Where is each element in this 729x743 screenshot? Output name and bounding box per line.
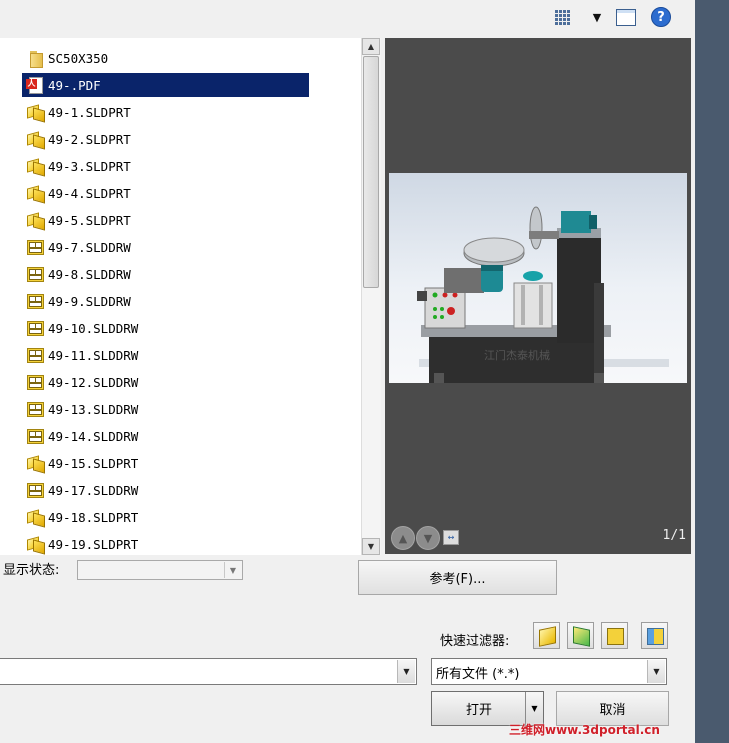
chevron-down-icon[interactable]: ▼: [397, 660, 415, 683]
file-list-item[interactable]: 49-11.SLDDRW: [22, 343, 309, 367]
file-type-value: 所有文件 (*.*): [436, 667, 520, 682]
next-page-button[interactable]: ▼: [416, 526, 440, 550]
file-name: 49-5.SLDPRT: [48, 212, 131, 228]
preview-pane: 江门杰泰机械 ▲ ▼ ↔ 1/1: [385, 38, 691, 554]
part-icon: [26, 130, 45, 150]
fit-width-icon[interactable]: ↔: [443, 530, 459, 545]
scroll-down-button[interactable]: ▼: [362, 538, 380, 555]
file-list-item[interactable]: 49-12.SLDDRW: [22, 370, 309, 394]
file-list-item[interactable]: 49-8.SLDDRW: [22, 262, 309, 286]
file-list-item[interactable]: 49-7.SLDDRW: [22, 235, 309, 259]
file-name: 49-.PDF: [48, 77, 101, 93]
file-list-item[interactable]: 49-13.SLDDRW: [22, 397, 309, 421]
reference-button[interactable]: 参考(F)...: [358, 560, 557, 595]
part-icon: [26, 508, 45, 528]
drawing-icon: [26, 373, 44, 391]
file-name: 49-18.SLDPRT: [48, 509, 139, 525]
file-name: 49-8.SLDDRW: [48, 266, 131, 282]
help-icon[interactable]: ?: [650, 6, 672, 28]
top-level-assembly-icon: [647, 628, 664, 645]
file-name: 49-4.SLDPRT: [48, 185, 131, 201]
file-list-item[interactable]: 49-5.SLDPRT: [22, 208, 309, 232]
previous-page-button[interactable]: ▲: [391, 526, 415, 550]
file-list-item[interactable]: 49-9.SLDDRW: [22, 289, 309, 313]
chevron-down-icon[interactable]: ▼: [647, 660, 665, 683]
file-list: SC50X350 人 49-.PDF 49-1.SLDPRT 49-2.SLDPRT 49…: [0, 38, 361, 555]
scrollbar-thumb[interactable]: [363, 56, 379, 288]
file-list-item[interactable]: 49-4.SLDPRT: [22, 181, 309, 205]
filter-parts-button[interactable]: [533, 622, 560, 649]
file-list-item[interactable]: 49-3.SLDPRT: [22, 154, 309, 178]
file-name: 49-15.SLDPRT: [48, 455, 139, 471]
file-list-item[interactable]: 49-2.SLDPRT: [22, 127, 309, 151]
file-list-item[interactable]: SC50X350: [22, 46, 309, 70]
machine-label: 江门杰泰机械: [484, 348, 550, 362]
assembly-icon: [573, 626, 590, 647]
file-name: 49-11.SLDDRW: [48, 347, 139, 363]
part-icon: [26, 211, 45, 231]
file-name: 49-12.SLDDRW: [48, 374, 139, 390]
part-icon: [26, 535, 45, 555]
part-icon: [26, 103, 45, 123]
file-list-item[interactable]: 49-15.SLDPRT: [22, 451, 309, 475]
file-list-item[interactable]: 49-19.SLDPRT: [22, 532, 309, 555]
drawing-icon: [26, 319, 44, 337]
drawing-icon: [607, 628, 624, 645]
filter-top-level-assemblies-button[interactable]: [641, 622, 668, 649]
machine-render: 江门杰泰机械: [417, 206, 669, 383]
window-edge: [695, 0, 729, 743]
part-icon: [26, 184, 45, 204]
chevron-down-icon[interactable]: ▼: [586, 6, 608, 28]
file-name: 49-3.SLDPRT: [48, 158, 131, 174]
preview-pane-icon[interactable]: [615, 6, 637, 28]
display-state-label: 显示状态:: [3, 563, 60, 578]
file-list-item[interactable]: 49-18.SLDPRT: [22, 505, 309, 529]
file-list-item[interactable]: 49-1.SLDPRT: [22, 100, 309, 124]
file-name: 49-10.SLDDRW: [48, 320, 139, 336]
file-type-select[interactable]: 所有文件 (*.*) ▼: [431, 658, 667, 685]
drawing-icon: [26, 427, 44, 445]
pdf-icon: 人: [26, 76, 44, 94]
file-list-item[interactable]: 人 49-.PDF: [22, 73, 309, 97]
file-list-item[interactable]: 49-17.SLDDRW: [22, 478, 309, 502]
drawing-icon: [26, 292, 44, 310]
drawing-icon: [26, 400, 44, 418]
watermark: 三维网www.3dportal.cn: [509, 723, 660, 737]
drawing-icon: [26, 265, 44, 283]
page-indicator: 1/1: [662, 528, 686, 543]
file-name: SC50X350: [48, 50, 109, 66]
scroll-up-button[interactable]: ▲: [362, 38, 380, 55]
drawing-icon: [26, 238, 44, 256]
file-list-item[interactable]: 49-10.SLDDRW: [22, 316, 309, 340]
view-grid-icon[interactable]: [551, 6, 573, 28]
filter-drawings-button[interactable]: [601, 622, 628, 649]
file-name: 49-2.SLDPRT: [48, 131, 131, 147]
preview-image: 江门杰泰机械: [389, 173, 687, 383]
file-list-scrollbar[interactable]: ▲ ▼: [361, 38, 381, 555]
file-name: 49-17.SLDDRW: [48, 482, 139, 498]
part-icon: [26, 157, 45, 177]
quick-filter-label: 快速过滤器:: [440, 634, 510, 649]
file-name: 49-7.SLDDRW: [48, 239, 131, 255]
file-name: 49-13.SLDDRW: [48, 401, 139, 417]
drawing-icon: [26, 346, 44, 364]
file-name: 49-14.SLDDRW: [48, 428, 139, 444]
drawing-icon: [26, 481, 44, 499]
file-list-item[interactable]: 49-14.SLDDRW: [22, 424, 309, 448]
file-name: 49-1.SLDPRT: [48, 104, 131, 120]
part-icon: [539, 626, 556, 647]
chevron-down-icon[interactable]: ▼: [224, 562, 241, 578]
file-name: 49-19.SLDPRT: [48, 536, 139, 552]
file-name-combobox[interactable]: ▼: [0, 658, 417, 685]
display-state-select[interactable]: ▼: [77, 560, 243, 580]
folder-icon: [26, 49, 44, 68]
file-name: 49-9.SLDDRW: [48, 293, 131, 309]
part-icon: [26, 454, 45, 474]
filter-assemblies-button[interactable]: [567, 622, 594, 649]
